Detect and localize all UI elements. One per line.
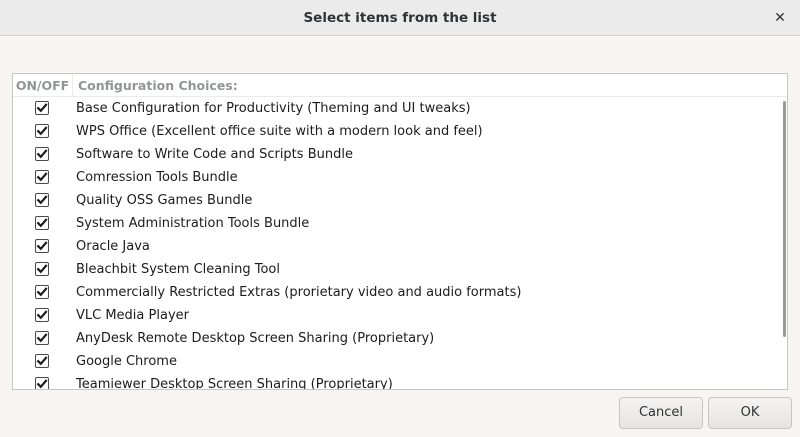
dialog-title: Select items from the list [303, 10, 497, 26]
item-label: Commercially Restricted Extras (prorieta… [76, 285, 522, 300]
list-item[interactable]: Google Chrome [13, 350, 783, 373]
cancel-button[interactable]: Cancel [619, 397, 703, 429]
item-checkbox[interactable] [35, 124, 49, 138]
item-label: Teamiewer Desktop Screen Sharing (Propri… [76, 377, 393, 390]
list-item[interactable]: Teamiewer Desktop Screen Sharing (Propri… [13, 373, 783, 390]
item-label: Software to Write Code and Scripts Bundl… [76, 147, 353, 162]
close-icon: ✕ [774, 10, 786, 26]
checklist[interactable]: ON/OFF Configuration Choices: Base Confi… [12, 73, 788, 390]
list-header: ON/OFF Configuration Choices: [13, 74, 787, 97]
item-label: Bleachbit System Cleaning Tool [76, 262, 280, 277]
list-item[interactable]: Software to Write Code and Scripts Bundl… [13, 143, 783, 166]
ok-button[interactable]: OK [708, 397, 792, 429]
close-button[interactable]: ✕ [768, 6, 792, 30]
item-label: Quality OSS Games Bundle [76, 193, 253, 208]
item-checkbox[interactable] [35, 377, 49, 389]
item-label: System Administration Tools Bundle [76, 216, 310, 231]
checkmark-icon [36, 310, 48, 320]
list-item[interactable]: WPS Office (Excellent office suite with … [13, 120, 783, 143]
checkmark-icon [36, 149, 48, 159]
item-checkbox[interactable] [35, 308, 49, 322]
item-label: Oracle Java [76, 239, 150, 254]
column-header-choices[interactable]: Configuration Choices: [78, 74, 238, 97]
list-item[interactable]: AnyDesk Remote Desktop Screen Sharing (P… [13, 327, 783, 350]
item-label: Google Chrome [76, 354, 177, 369]
list-rows: Base Configuration for Productivity (The… [13, 97, 783, 390]
item-checkbox[interactable] [35, 354, 49, 368]
list-item[interactable]: VLC Media Player [13, 304, 783, 327]
item-label: WPS Office (Excellent office suite with … [76, 124, 483, 139]
item-checkbox[interactable] [35, 285, 49, 299]
list-item[interactable]: Bleachbit System Cleaning Tool [13, 258, 783, 281]
item-checkbox[interactable] [35, 193, 49, 207]
item-checkbox[interactable] [35, 170, 49, 184]
list-item[interactable]: System Administration Tools Bundle [13, 212, 783, 235]
item-label: Comression Tools Bundle [76, 170, 238, 185]
checkmark-icon [36, 287, 48, 297]
list-item[interactable]: Commercially Restricted Extras (prorieta… [13, 281, 783, 304]
list-item[interactable]: Quality OSS Games Bundle [13, 189, 783, 212]
item-checkbox[interactable] [35, 216, 49, 230]
item-checkbox[interactable] [35, 331, 49, 345]
checkmark-icon [36, 172, 48, 182]
item-checkbox[interactable] [35, 101, 49, 115]
item-checkbox[interactable] [35, 262, 49, 276]
item-checkbox[interactable] [35, 239, 49, 253]
checkmark-icon [36, 103, 48, 113]
item-label: VLC Media Player [76, 308, 189, 323]
list-item[interactable]: Oracle Java [13, 235, 783, 258]
item-checkbox[interactable] [35, 147, 49, 161]
scrollbar[interactable] [783, 101, 786, 337]
title-bar: Select items from the list ✕ [0, 0, 800, 36]
checkmark-icon [36, 379, 48, 389]
checkmark-icon [36, 195, 48, 205]
item-label: AnyDesk Remote Desktop Screen Sharing (P… [76, 331, 435, 346]
list-item[interactable]: Comression Tools Bundle [13, 166, 783, 189]
checkmark-icon [36, 264, 48, 274]
checkmark-icon [36, 218, 48, 228]
checkmark-icon [36, 356, 48, 366]
checkmark-icon [36, 333, 48, 343]
column-header-onoff[interactable]: ON/OFF [13, 74, 73, 97]
checkmark-icon [36, 126, 48, 136]
item-label: Base Configuration for Productivity (The… [76, 101, 471, 116]
checkmark-icon [36, 241, 48, 251]
list-item[interactable]: Base Configuration for Productivity (The… [13, 97, 783, 120]
dialog-window: Select items from the list ✕ ON/OFF Conf… [0, 0, 800, 437]
